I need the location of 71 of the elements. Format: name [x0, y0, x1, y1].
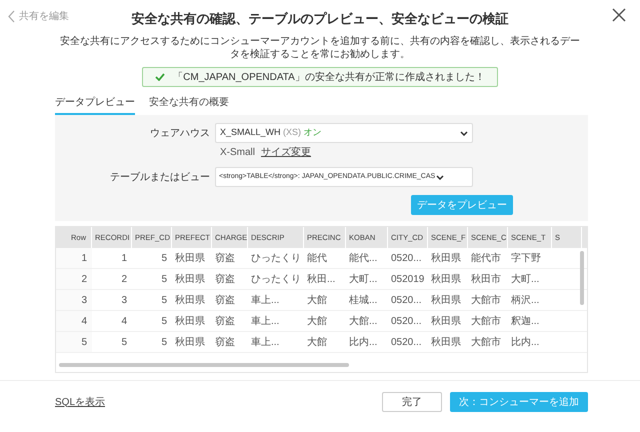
table-cell-text: 5 [160, 272, 168, 286]
table-cell-text: 5 [160, 336, 168, 350]
table-cell-text: 秋田... [306, 272, 336, 286]
table-cell-text: 5 [160, 294, 168, 308]
table-cell-text: 字下野 [510, 252, 542, 266]
warehouse-select[interactable]: X_SMALL_WH (XS) オン [215, 123, 473, 143]
show-sql-link[interactable]: SQLを表示 [55, 394, 382, 410]
table-cell-text: 0520... [390, 336, 423, 350]
page-title: 安全な共有の確認、テーブルのプレビュー、安全なビューの検証 [132, 10, 508, 28]
table-cell: 5 [56, 332, 92, 352]
table-cell-text: 大館 [306, 294, 328, 308]
table-cell-text: 比内... [510, 336, 540, 350]
table-cell: 3 [56, 290, 92, 310]
table-cell-text: 0520... [390, 294, 423, 308]
table-cell-text: 桂城... [348, 294, 378, 308]
resize-link[interactable]: サイズ変更 [261, 145, 312, 160]
table-cell-text: 秋田県 [174, 336, 206, 350]
table-cell-text: 能代市 [470, 252, 502, 266]
table-cell-text: 秋田県 [430, 272, 462, 286]
table-cell-text: 5 [120, 336, 128, 350]
table-cell-text: 能代... [348, 252, 378, 266]
table-cell-text: 車上... [250, 336, 280, 350]
alert-message: 「CM_JAPAN_OPENDATA」の安全な共有が正常に作成されました！ [173, 70, 485, 84]
table-cell-text: ひったくり [250, 252, 302, 266]
table-cell-text: 窃盗 [214, 272, 236, 286]
table-cell-text: 5 [160, 314, 168, 328]
table-cell-text: 秋田県 [430, 336, 462, 350]
table-cell-text: 052019 [390, 272, 426, 286]
tab[interactable]: 安全な共有の概要 [149, 95, 229, 115]
table-cell-text: ひったくり [250, 272, 302, 286]
table-cell-text: 4 [120, 314, 128, 328]
subtitle: 安全な共有にアクセスするためにコンシューマーアカウントを追加する前に、共有の内容を確認し、表示されるデータを検証することを常にお勧めします。 [59, 35, 581, 61]
table-cell-text: 3 [120, 294, 128, 308]
field-label: テーブルまたはビュー [109, 170, 211, 184]
table-cell-text: 秋田県 [430, 252, 462, 266]
table-cell: 4 [56, 311, 92, 331]
table-cell-text: 秋田県 [174, 314, 206, 328]
table-cell-text: 秋田県 [174, 252, 206, 266]
table-cell-text: 車上... [250, 294, 280, 308]
table-cell-text: 大町... [348, 272, 378, 286]
table-cell-text: 柄沢... [510, 294, 540, 308]
table-cell: 1 [56, 248, 92, 268]
table-cell-text: 5 [160, 252, 168, 266]
table-cell-text: 窃盗 [214, 294, 236, 308]
table-cell-text: 大館市 [470, 336, 502, 350]
table-cell-text: 大館 [306, 314, 328, 328]
table-cell-text: 0520... [390, 314, 423, 328]
table-cell-text: 大館市 [470, 294, 502, 308]
table-cell-text: 秋田県 [430, 314, 462, 328]
table-cell-text: 車上... [250, 314, 280, 328]
table-cell-text: 窃盗 [214, 314, 236, 328]
table-cell-text: 窃盗 [214, 336, 236, 350]
table-cell-text: 窃盗 [214, 252, 236, 266]
table-cell-text: 1 [120, 252, 128, 266]
done-button[interactable]: 完了 [382, 392, 442, 412]
table-cell: 2 [56, 269, 92, 289]
size-label: X-Small [220, 146, 256, 160]
table-cell-text: 2 [120, 272, 128, 286]
table-cell-text: 比内... [348, 336, 378, 350]
table-cell-text: 秋田県 [430, 294, 462, 308]
table-cell-text: 大館市 [470, 314, 502, 328]
field-label: ウェアハウス [149, 126, 211, 140]
table-cell-text: 秋田県 [174, 272, 206, 286]
table-cell-text: 釈迦... [510, 314, 540, 328]
table-cell-text: 大館 [306, 336, 328, 350]
table-cell-text: 0520... [390, 252, 423, 266]
table-cell-text: 大町... [510, 272, 540, 286]
table-cell-text: 秋田市 [470, 272, 502, 286]
table-cell-text: 能代 [306, 252, 328, 266]
table-cell-text: 秋田県 [174, 294, 206, 308]
table-cell-text: 大館... [348, 314, 378, 328]
